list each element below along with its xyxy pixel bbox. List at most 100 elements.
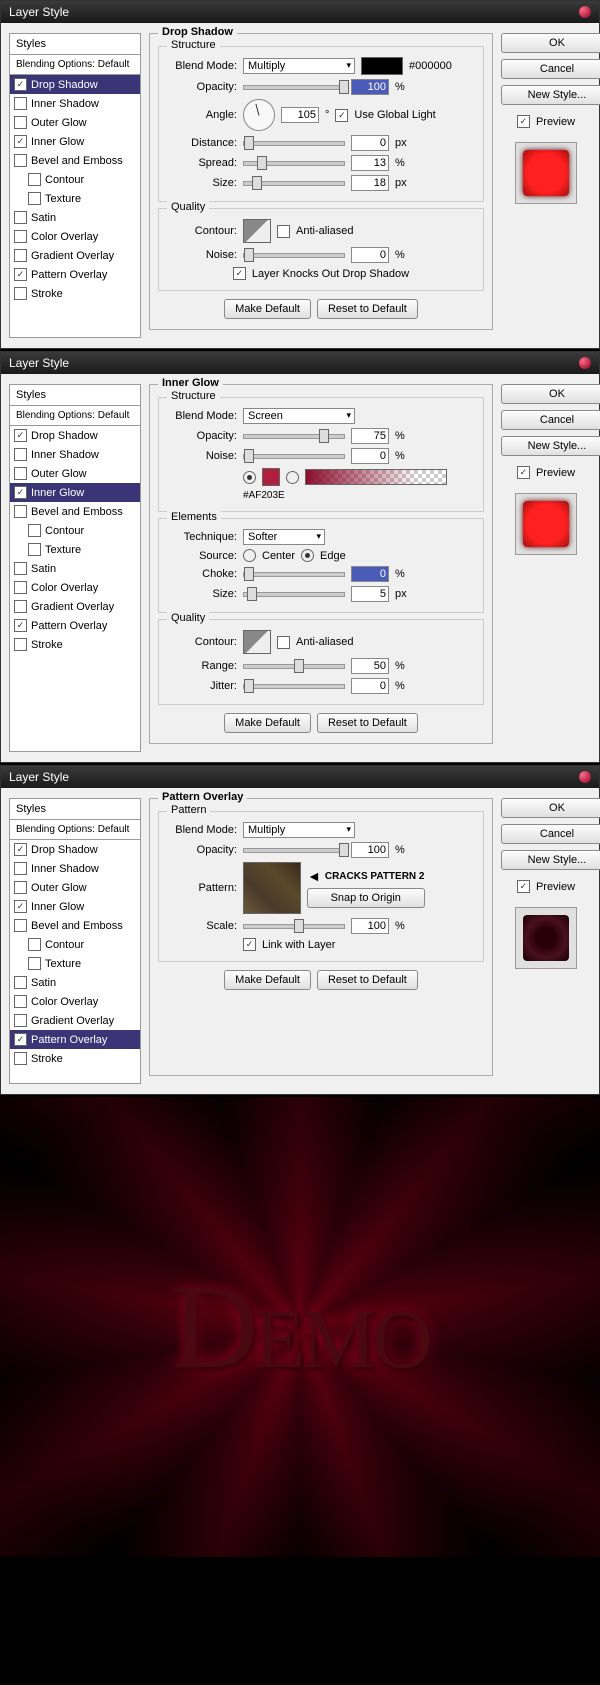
effect-inner-glow[interactable]: Inner Glow bbox=[10, 132, 140, 151]
effect-gradient-overlay[interactable]: Gradient Overlay bbox=[10, 597, 140, 616]
slider-thumb[interactable] bbox=[244, 449, 254, 463]
checkbox-icon[interactable] bbox=[14, 116, 27, 129]
value-input[interactable]: 100 bbox=[351, 842, 389, 858]
ok-button[interactable]: OK bbox=[501, 384, 600, 404]
effect-inner-shadow[interactable]: Inner Shadow bbox=[10, 445, 140, 464]
ok-button[interactable]: OK bbox=[501, 33, 600, 53]
slider[interactable] bbox=[243, 141, 345, 146]
titlebar[interactable]: Layer Style bbox=[1, 352, 599, 374]
blend-mode-select[interactable]: Multiply bbox=[243, 58, 355, 74]
effect-pattern-overlay[interactable]: Pattern Overlay bbox=[10, 265, 140, 284]
close-orb-icon[interactable] bbox=[579, 357, 591, 369]
blending-options[interactable]: Blending Options: Default bbox=[10, 406, 140, 426]
checkbox-icon[interactable] bbox=[28, 543, 41, 556]
blend-mode-select[interactable]: Screen bbox=[243, 408, 355, 424]
make-default-button[interactable]: Make Default bbox=[224, 299, 311, 319]
value-input[interactable]: 5 bbox=[351, 586, 389, 602]
ok-button[interactable]: OK bbox=[501, 798, 600, 818]
radio-gradient[interactable] bbox=[286, 471, 299, 484]
slider-thumb[interactable] bbox=[244, 248, 254, 262]
angle-input[interactable]: 105 bbox=[281, 107, 319, 123]
blending-options[interactable]: Blending Options: Default bbox=[10, 55, 140, 75]
checkbox-icon[interactable] bbox=[14, 562, 27, 575]
close-orb-icon[interactable] bbox=[579, 771, 591, 783]
contour-picker[interactable] bbox=[243, 630, 271, 654]
effect-inner-glow[interactable]: Inner Glow bbox=[10, 897, 140, 916]
checkbox-icon[interactable] bbox=[14, 862, 27, 875]
effect-stroke[interactable]: Stroke bbox=[10, 635, 140, 654]
checkbox-icon[interactable] bbox=[517, 880, 530, 893]
slider-thumb[interactable] bbox=[244, 679, 254, 693]
value-input[interactable]: 100 bbox=[351, 79, 389, 95]
blending-options[interactable]: Blending Options: Default bbox=[10, 820, 140, 840]
slider-thumb[interactable] bbox=[294, 919, 304, 933]
checkbox-icon[interactable] bbox=[517, 466, 530, 479]
checkbox-icon[interactable] bbox=[14, 505, 27, 518]
effect-drop-shadow[interactable]: Drop Shadow bbox=[10, 840, 140, 859]
slider-thumb[interactable] bbox=[339, 843, 349, 857]
angle-dial[interactable] bbox=[243, 99, 275, 131]
checkbox-icon[interactable] bbox=[14, 843, 27, 856]
gradient-bar[interactable] bbox=[305, 469, 447, 485]
new-style-button[interactable]: New Style... bbox=[501, 436, 600, 456]
reset-default-button[interactable]: Reset to Default bbox=[317, 970, 418, 990]
effect-satin[interactable]: Satin bbox=[10, 973, 140, 992]
value-input[interactable]: 0 bbox=[351, 448, 389, 464]
value-input[interactable]: 0 bbox=[351, 135, 389, 151]
checkbox-icon[interactable] bbox=[28, 957, 41, 970]
effect-outer-glow[interactable]: Outer Glow bbox=[10, 464, 140, 483]
checkbox-icon[interactable] bbox=[14, 287, 27, 300]
value-input[interactable]: 0 bbox=[351, 247, 389, 263]
slider[interactable] bbox=[243, 253, 345, 258]
checkbox-icon[interactable] bbox=[14, 600, 27, 613]
effect-pattern-overlay[interactable]: Pattern Overlay bbox=[10, 1030, 140, 1049]
new-style-button[interactable]: New Style... bbox=[501, 850, 600, 870]
effect-texture[interactable]: Texture bbox=[10, 540, 140, 559]
styles-header[interactable]: Styles bbox=[10, 799, 140, 820]
slider-thumb[interactable] bbox=[294, 659, 304, 673]
checkbox-icon[interactable] bbox=[14, 429, 27, 442]
reset-default-button[interactable]: Reset to Default bbox=[317, 299, 418, 319]
slider[interactable] bbox=[243, 161, 345, 166]
slider[interactable] bbox=[243, 572, 345, 577]
checkbox-icon[interactable] bbox=[14, 486, 27, 499]
slider[interactable] bbox=[243, 664, 345, 669]
effect-color-overlay[interactable]: Color Overlay bbox=[10, 227, 140, 246]
effect-contour[interactable]: Contour bbox=[10, 935, 140, 954]
slider-thumb[interactable] bbox=[247, 587, 257, 601]
checkbox-icon[interactable] bbox=[14, 638, 27, 651]
effect-inner-glow[interactable]: Inner Glow bbox=[10, 483, 140, 502]
effect-inner-shadow[interactable]: Inner Shadow bbox=[10, 859, 140, 878]
snap-origin-button[interactable]: Snap to Origin bbox=[307, 888, 425, 908]
checkbox-icon[interactable] bbox=[14, 135, 27, 148]
checkbox-icon[interactable] bbox=[28, 524, 41, 537]
slider-thumb[interactable] bbox=[252, 176, 262, 190]
preview-toggle[interactable]: Preview bbox=[501, 115, 591, 128]
effect-contour[interactable]: Contour bbox=[10, 521, 140, 540]
checkbox-icon[interactable] bbox=[14, 268, 27, 281]
contour-picker[interactable] bbox=[243, 219, 271, 243]
checkbox-icon[interactable] bbox=[517, 115, 530, 128]
checkbox-icon[interactable] bbox=[14, 154, 27, 167]
slider[interactable] bbox=[243, 454, 345, 459]
checkbox-icon[interactable] bbox=[14, 78, 27, 91]
checkbox-icon[interactable] bbox=[14, 995, 27, 1008]
preview-toggle[interactable]: Preview bbox=[501, 880, 591, 893]
checkbox-icon[interactable] bbox=[14, 211, 27, 224]
cancel-button[interactable]: Cancel bbox=[501, 824, 600, 844]
blend-mode-select[interactable]: Multiply bbox=[243, 822, 355, 838]
effect-drop-shadow[interactable]: Drop Shadow bbox=[10, 426, 140, 445]
radio-center[interactable] bbox=[243, 549, 256, 562]
effect-outer-glow[interactable]: Outer Glow bbox=[10, 113, 140, 132]
checkbox-icon[interactable] bbox=[14, 1033, 27, 1046]
effect-texture[interactable]: Texture bbox=[10, 954, 140, 973]
make-default-button[interactable]: Make Default bbox=[224, 970, 311, 990]
value-input[interactable]: 0 bbox=[351, 678, 389, 694]
slider[interactable] bbox=[243, 924, 345, 929]
effect-satin[interactable]: Satin bbox=[10, 208, 140, 227]
effect-inner-shadow[interactable]: Inner Shadow bbox=[10, 94, 140, 113]
checkbox-icon[interactable] bbox=[14, 1052, 27, 1065]
checkbox-icon[interactable] bbox=[14, 249, 27, 262]
effect-gradient-overlay[interactable]: Gradient Overlay bbox=[10, 246, 140, 265]
effect-stroke[interactable]: Stroke bbox=[10, 284, 140, 303]
